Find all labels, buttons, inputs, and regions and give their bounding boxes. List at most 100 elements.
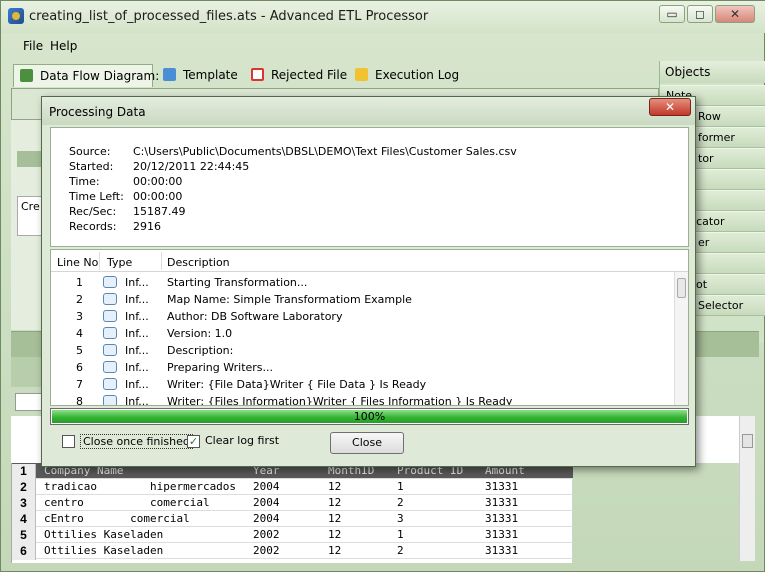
menu-file[interactable]: File [23, 39, 43, 53]
tab-label: Data Flow Diagram: [40, 69, 160, 83]
log-description: Writer: {Files Information}Writer { File… [167, 395, 513, 406]
column-divider [161, 252, 162, 270]
table-row[interactable]: 2 tradicao hipermercados 2004 12 1 31331 [12, 479, 573, 496]
log-type: Inf... [125, 344, 149, 357]
grid-cell[interactable]: 2004 [253, 496, 323, 509]
scroll-thumb[interactable] [742, 434, 753, 448]
grid-vertical-scrollbar[interactable] [739, 416, 755, 561]
clear-log-first-checkbox[interactable]: ✓ [187, 435, 200, 448]
log-row[interactable]: 8 Inf... Writer: {Files Information}Writ… [51, 393, 676, 406]
table-row[interactable]: 6 Ottilies Kaseladen 2002 12 2 31331 [12, 543, 573, 560]
grid-cell[interactable]: 1 [397, 480, 481, 493]
menu-help[interactable]: Help [50, 39, 77, 53]
log-row[interactable]: 5 Inf... Description: [51, 342, 676, 359]
log-line-no: 8 [76, 395, 83, 406]
row-number: 1 [12, 464, 36, 480]
info-message-icon [103, 327, 117, 339]
started-label: Started: [69, 160, 114, 173]
tab-rejected-file[interactable]: Rejected File [245, 64, 348, 87]
dialog-title: Processing Data [49, 105, 146, 119]
column-header-description[interactable]: Description [167, 256, 230, 269]
grid-cell[interactable]: 2002 [253, 528, 323, 541]
column-header-line-no[interactable]: Line No [57, 256, 98, 269]
tab-data-flow-diagram[interactable]: Data Flow Diagram: [13, 64, 159, 87]
grid-cell[interactable]: 1 [397, 528, 481, 541]
info-message-icon [103, 293, 117, 305]
maximize-button[interactable]: ◻ [687, 5, 713, 23]
log-line-no: 1 [76, 276, 83, 289]
clear-log-first-label[interactable]: Clear log first [205, 434, 279, 447]
table-row[interactable]: 4 cEntro comercial 2004 12 3 31331 [12, 511, 573, 528]
close-once-finished-label[interactable]: Close once finished [80, 434, 193, 449]
log-type: Inf... [125, 293, 149, 306]
grid-cell[interactable]: 31331 [485, 544, 571, 557]
grid-cell[interactable]: 2 [397, 496, 481, 509]
data-grid: 1 Company Name Year MonthID Product ID A… [11, 463, 573, 563]
table-row[interactable]: 3 centro comercial 2004 12 2 31331 [12, 495, 573, 512]
menu-bar: File Help [9, 36, 659, 58]
grid-cell[interactable]: 2004 [253, 480, 323, 493]
log-line-no: 6 [76, 361, 83, 374]
tab-template[interactable]: Template [157, 64, 245, 87]
grid-cell[interactable]: centro comercial [44, 496, 248, 509]
grid-cell[interactable]: 12 [328, 480, 392, 493]
grid-cell[interactable]: tradicao hipermercados [44, 480, 248, 493]
dialog-title-bar: Processing Data ✕ [42, 97, 695, 125]
info-message-icon [103, 361, 117, 373]
close-button[interactable]: Close [330, 432, 404, 454]
grid-cell[interactable]: 31331 [485, 528, 571, 541]
log-list[interactable]: Line No Type Description 1 Inf... Starti… [50, 249, 689, 406]
grid-cell[interactable]: 31331 [485, 480, 571, 493]
progress-bar: 100% [50, 408, 689, 425]
close-window-button[interactable]: ✕ [715, 5, 755, 23]
grid-cell[interactable]: 12 [328, 528, 392, 541]
close-once-finished-checkbox[interactable] [62, 435, 75, 448]
row-number: 6 [12, 544, 36, 560]
grid-cell[interactable]: 31331 [485, 512, 571, 525]
log-row[interactable]: 7 Inf... Writer: {File Data}Writer { Fil… [51, 376, 676, 393]
grid-cell[interactable]: Ottilies Kaseladen [44, 544, 248, 557]
row-number: 2 [12, 480, 36, 496]
grid-cell[interactable]: 2004 [253, 512, 323, 525]
log-description: Starting Transformation... [167, 276, 308, 289]
log-row[interactable]: 1 Inf... Starting Transformation... [51, 274, 676, 291]
log-row[interactable]: 2 Inf... Map Name: Simple Transformatiom… [51, 291, 676, 308]
info-message-icon [103, 395, 117, 405]
grid-cell[interactable]: cEntro comercial [44, 512, 248, 525]
minimize-button[interactable]: ▭ [659, 5, 685, 23]
log-description: Version: 1.0 [167, 327, 233, 340]
log-scrollbar[interactable] [674, 272, 688, 405]
grid-cell[interactable]: 3 [397, 512, 481, 525]
log-type: Inf... [125, 378, 149, 391]
tab-label: Execution Log [375, 68, 460, 82]
log-row[interactable]: 4 Inf... Version: 1.0 [51, 325, 676, 342]
row-number: 4 [12, 512, 36, 528]
processing-data-dialog: Processing Data ✕ Source: C:\Users\Publi… [41, 96, 696, 467]
grid-cell[interactable]: 12 [328, 496, 392, 509]
records-value: 2916 [133, 220, 161, 233]
grid-cell[interactable]: 31331 [485, 496, 571, 509]
log-scroll-thumb[interactable] [677, 278, 686, 298]
log-description: Map Name: Simple Transformatiom Example [167, 293, 412, 306]
column-header-type[interactable]: Type [107, 256, 132, 269]
table-row[interactable]: 5 Ottilies Kaseladen 2002 12 1 31331 [12, 527, 573, 544]
dialog-close-button[interactable]: ✕ [649, 98, 691, 116]
grid-cell[interactable]: Ottilies Kaseladen [44, 528, 248, 541]
grid-cell[interactable]: 2 [397, 544, 481, 557]
source-value: C:\Users\Public\Documents\DBSL\DEMO\Text… [133, 145, 517, 158]
grid-cell[interactable]: 12 [328, 544, 392, 557]
log-row[interactable]: 3 Inf... Author: DB Software Laboratory [51, 308, 676, 325]
info-message-icon [103, 378, 117, 390]
lower-input[interactable] [15, 393, 43, 411]
info-panel: Source: C:\Users\Public\Documents\DBSL\D… [50, 127, 689, 247]
tab-bar: Data Flow Diagram: Template Rejected Fil… [9, 64, 659, 88]
tab-execution-log[interactable]: Execution Log [349, 64, 469, 87]
grid-cell[interactable]: 12 [328, 512, 392, 525]
log-line-no: 7 [76, 378, 83, 391]
rec-sec-value: 15187.49 [133, 205, 186, 218]
tab-label: Rejected File [271, 68, 348, 82]
log-type: Inf... [125, 310, 149, 323]
log-line-no: 3 [76, 310, 83, 323]
grid-cell[interactable]: 2002 [253, 544, 323, 557]
log-row[interactable]: 6 Inf... Preparing Writers... [51, 359, 676, 376]
